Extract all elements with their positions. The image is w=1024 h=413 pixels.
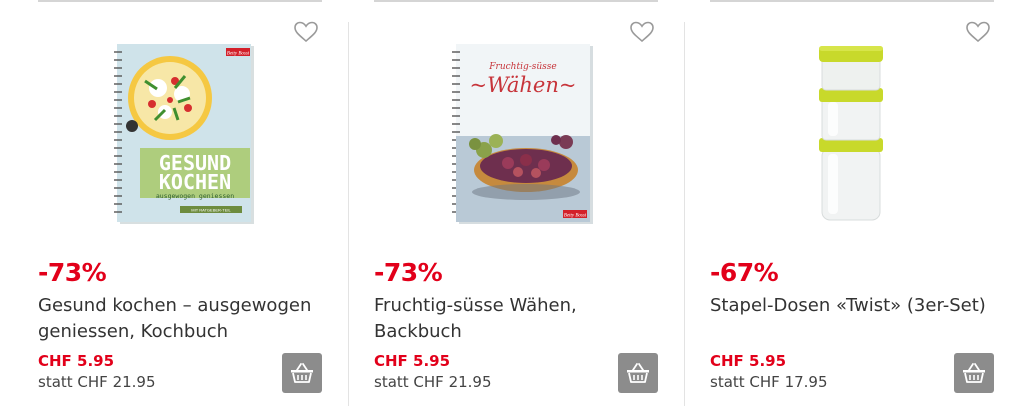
basket-icon: [963, 363, 985, 383]
cover-brand: Betty Bossi: [564, 214, 587, 219]
product-price: CHF 5.95: [38, 352, 115, 370]
product-card[interactable]: Betty Bossi GESUND KOCHEN ausgewogen gen…: [0, 0, 348, 413]
basket-icon: [291, 363, 313, 383]
add-to-cart-button[interactable]: [618, 353, 658, 393]
product-price: CHF 5.95: [374, 352, 451, 370]
add-to-cart-button[interactable]: [282, 353, 322, 393]
product-name[interactable]: Fruchtig-süsse Wähen, Backbuch: [374, 293, 604, 345]
product-name[interactable]: Stapel-Dosen «Twist» (3er-Set): [710, 293, 1000, 319]
original-price: statt CHF 21.95: [38, 373, 156, 391]
product-image[interactable]: Fruchtig-süsse ~Wähen~ Betty Bossi: [396, 36, 636, 236]
discount-badge: -73%: [374, 258, 443, 287]
basket-icon: [627, 363, 649, 383]
discount-badge: -73%: [38, 258, 107, 287]
cover-tag: MIT RATGEBER-TEIL: [191, 208, 231, 213]
original-price: statt CHF 17.95: [710, 373, 828, 391]
original-price: statt CHF 21.95: [374, 373, 492, 391]
product-name[interactable]: Gesund kochen – ausgewogen geniessen, Ko…: [38, 293, 328, 345]
add-to-cart-button[interactable]: [954, 353, 994, 393]
cover-title-2: KOCHEN: [159, 170, 231, 194]
discount-badge: -67%: [710, 258, 779, 287]
product-price: CHF 5.95: [710, 352, 787, 370]
product-image[interactable]: [732, 36, 972, 236]
cover-script: Fruchtig-süsse: [488, 62, 556, 72]
cover-title: ~Wähen~: [470, 73, 577, 97]
cover-subtitle: ausgewogen geniessen: [156, 192, 234, 200]
product-card[interactable]: -67% Stapel-Dosen «Twist» (3er-Set) CHF …: [684, 0, 1024, 413]
cover-brand: Betty Bossi: [227, 52, 250, 57]
product-image[interactable]: Betty Bossi GESUND KOCHEN ausgewogen gen…: [60, 36, 300, 236]
product-card[interactable]: Fruchtig-süsse ~Wähen~ Betty Bossi -73% …: [348, 0, 684, 413]
